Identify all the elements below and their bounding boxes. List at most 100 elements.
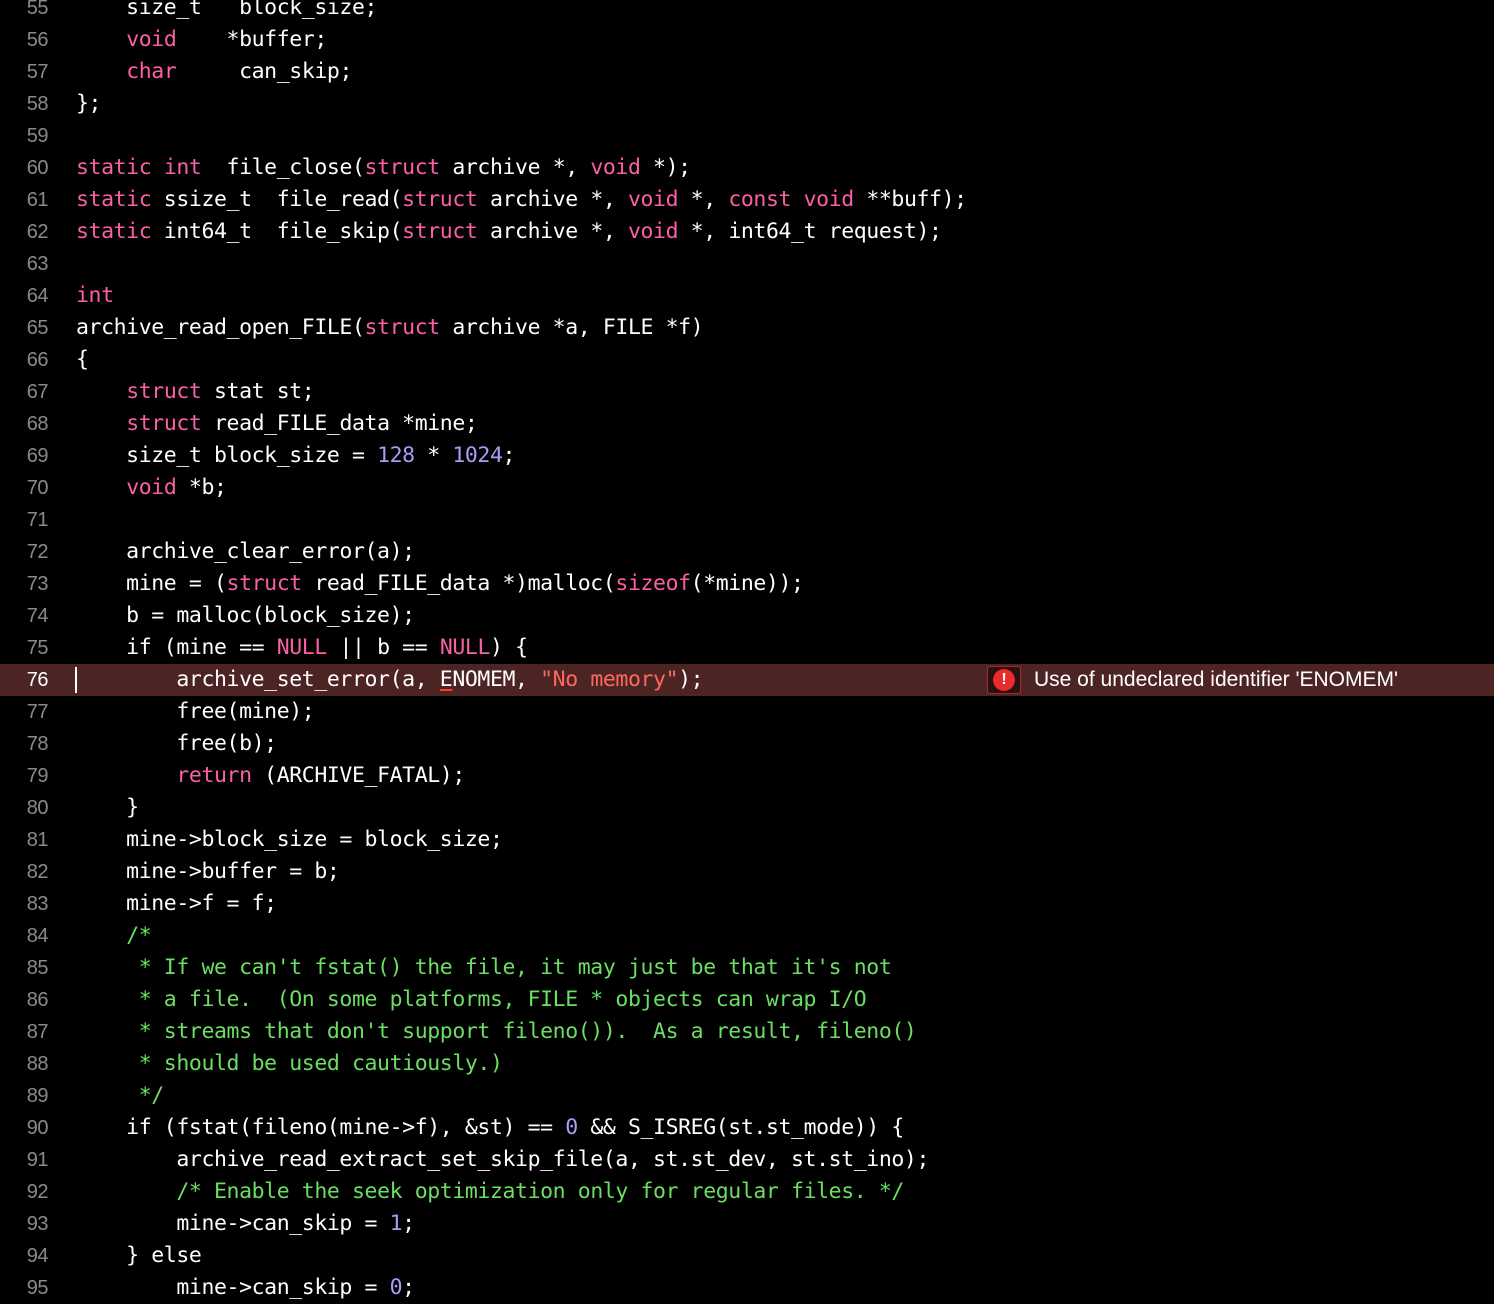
code-text[interactable]: return (ARCHIVE_FATAL); (76, 760, 465, 792)
code-line[interactable]: 61 static ssize_t file_read(struct archiv… (0, 184, 1494, 216)
code-text[interactable]: struct read_FILE_data *mine; (76, 408, 478, 440)
code-line[interactable]: 60 static int file_close(struct archive *… (0, 152, 1494, 184)
code-text[interactable]: } else (76, 1240, 202, 1272)
code-text[interactable]: mine->can_skip = 0; (76, 1272, 415, 1304)
code-line[interactable]: 78 free(b); (0, 728, 1494, 760)
code-line[interactable]: 62 static int64_t file_skip(struct archiv… (0, 216, 1494, 248)
code-line[interactable]: 86 * a file. (On some platforms, FILE * … (0, 984, 1494, 1016)
code-text[interactable]: if (mine == NULL || b == NULL) { (76, 632, 528, 664)
code-text[interactable]: char can_skip; (76, 56, 352, 88)
code-line[interactable]: 63 (0, 248, 1494, 280)
code-token: struct (226, 571, 303, 596)
code-text[interactable]: size_t block_size = 128 * 1024; (76, 440, 515, 472)
code-line[interactable]: 77 free(mine); (0, 696, 1494, 728)
code-text[interactable]: mine->f = f; (76, 888, 277, 920)
code-text[interactable]: mine->can_skip = 1; (76, 1208, 415, 1240)
code-text[interactable]: void *b; (76, 472, 227, 504)
code-line[interactable]: 66 { (0, 344, 1494, 376)
code-line[interactable]: 93 mine->can_skip = 1; (0, 1208, 1494, 1240)
code-text[interactable]: /* (76, 920, 151, 952)
code-line[interactable]: 79 return (ARCHIVE_FATAL); (0, 760, 1494, 792)
line-number: 74 (26, 605, 49, 627)
code-line[interactable]: 69 size_t block_size = 128 * 1024; (0, 440, 1494, 472)
code-token: free(mine); (76, 699, 315, 724)
inline-issue[interactable]: ! Use of undeclared identifier 'ENOMEM' (987, 664, 1398, 696)
code-line[interactable]: 81 mine->block_size = block_size; (0, 824, 1494, 856)
code-text[interactable]: static int64_t file_skip(struct archive … (76, 216, 942, 248)
code-text[interactable]: void *buffer; (76, 24, 327, 56)
code-token: } else (76, 1243, 202, 1268)
line-number: 79 (26, 765, 49, 787)
code-token: 0 (565, 1115, 578, 1140)
code-line[interactable]: 70 void *b; (0, 472, 1494, 504)
code-token: 1024 (452, 443, 503, 468)
code-token: void (627, 187, 679, 212)
code-line[interactable]: 59 (0, 120, 1494, 152)
code-line[interactable]: 87 * streams that don't support fileno()… (0, 1016, 1494, 1048)
code-text[interactable]: free(mine); (76, 696, 314, 728)
code-line[interactable]: 88 * should be used cautiously.) (0, 1048, 1494, 1080)
code-text[interactable]: mine->block_size = block_size; (76, 824, 503, 856)
code-line[interactable]: 74 b = malloc(block_size); (0, 600, 1494, 632)
code-line[interactable]: 91 archive_read_extract_set_skip_file(a,… (0, 1144, 1494, 1176)
code-line[interactable]: 94 } else (0, 1240, 1494, 1272)
code-text[interactable]: /* Enable the seek optimization only for… (76, 1176, 904, 1208)
code-text[interactable]: { (76, 344, 89, 376)
code-line[interactable]: 57 char can_skip; (0, 56, 1494, 88)
code-text[interactable]: * should be used cautiously.) (76, 1048, 503, 1080)
code-text[interactable]: free(b); (76, 728, 277, 760)
code-text[interactable]: */ (76, 1080, 164, 1112)
code-editor[interactable]: 55 size_t block_size; 56 void *buffer; 57 … (0, 0, 1494, 1304)
code-text[interactable]: size_t block_size; (76, 0, 377, 24)
code-text[interactable]: archive_clear_error(a); (76, 536, 415, 568)
line-number: 85 (26, 957, 49, 979)
code-line[interactable]: 82 mine->buffer = b; (0, 856, 1494, 888)
code-line[interactable]: 80 } (0, 792, 1494, 824)
code-line[interactable]: 58}; (0, 88, 1494, 120)
code-token: struct (402, 219, 478, 244)
code-token: const (728, 187, 792, 212)
code-text[interactable]: * a file. (On some platforms, FILE * obj… (76, 984, 867, 1016)
code-line[interactable]: 68 struct read_FILE_data *mine; (0, 408, 1494, 440)
code-line[interactable]: 73 mine = (struct read_FILE_data *)mallo… (0, 568, 1494, 600)
code-token: char (126, 59, 177, 84)
code-line[interactable]: 90 if (fstat(fileno(mine->f), &st) == 0 … (0, 1112, 1494, 1144)
code-token: archive_set_error(a, (76, 667, 440, 692)
code-text[interactable]: static ssize_t file_read(struct archive … (76, 184, 967, 216)
code-text[interactable]: archive_set_error(a, ENOMEM, "No memory"… (76, 664, 703, 696)
code-text[interactable]: } (76, 792, 139, 824)
code-text[interactable]: mine = (struct read_FILE_data *)malloc(s… (76, 568, 804, 600)
code-token: ; (502, 443, 516, 468)
code-text[interactable]: * streams that don't support fileno()). … (76, 1016, 917, 1048)
code-line[interactable]: 56 void *buffer; (0, 24, 1494, 56)
code-line[interactable]: 55 size_t block_size; (0, 0, 1494, 24)
code-text[interactable]: archive_read_extract_set_skip_file(a, st… (76, 1144, 929, 1176)
code-line[interactable]: 72 archive_clear_error(a); (0, 536, 1494, 568)
code-text[interactable]: int (76, 280, 114, 312)
code-line[interactable]: 71 (0, 504, 1494, 536)
code-text[interactable]: * If we can't fstat() the file, it may j… (76, 952, 892, 984)
code-text[interactable]: }; (76, 88, 101, 120)
code-token: * If we can't fstat() the file, it may j… (76, 955, 892, 980)
code-text[interactable]: if (fstat(fileno(mine->f), &st) == 0 && … (76, 1112, 904, 1144)
line-number: 73 (26, 573, 49, 595)
code-line[interactable]: 64 int (0, 280, 1494, 312)
code-line[interactable]: 89 */ (0, 1080, 1494, 1112)
code-line[interactable]: 76 archive_set_error(a, ENOMEM, "No memo… (0, 664, 1494, 696)
code-text[interactable]: struct stat st; (76, 376, 315, 408)
code-token: */ (76, 1083, 164, 1108)
issue-badge[interactable]: ! (987, 666, 1021, 694)
code-text[interactable]: b = malloc(block_size); (76, 600, 415, 632)
code-line[interactable]: 75 if (mine == NULL || b == NULL) { (0, 632, 1494, 664)
code-line[interactable]: 85 * If we can't fstat() the file, it ma… (0, 952, 1494, 984)
code-text[interactable]: archive_read_open_FILE(struct archive *a… (76, 312, 704, 344)
code-line[interactable]: 95 mine->can_skip = 0; (0, 1272, 1494, 1304)
code-text[interactable]: static int file_close(struct archive *, … (76, 152, 691, 184)
code-line[interactable]: 84 /* (0, 920, 1494, 952)
code-line[interactable]: 65 archive_read_open_FILE(struct archive … (0, 312, 1494, 344)
code-text[interactable]: mine->buffer = b; (76, 856, 340, 888)
code-line[interactable]: 83 mine->f = f; (0, 888, 1494, 920)
code-line[interactable]: 67 struct stat st; (0, 376, 1494, 408)
code-line[interactable]: 92 /* Enable the seek optimization only … (0, 1176, 1494, 1208)
